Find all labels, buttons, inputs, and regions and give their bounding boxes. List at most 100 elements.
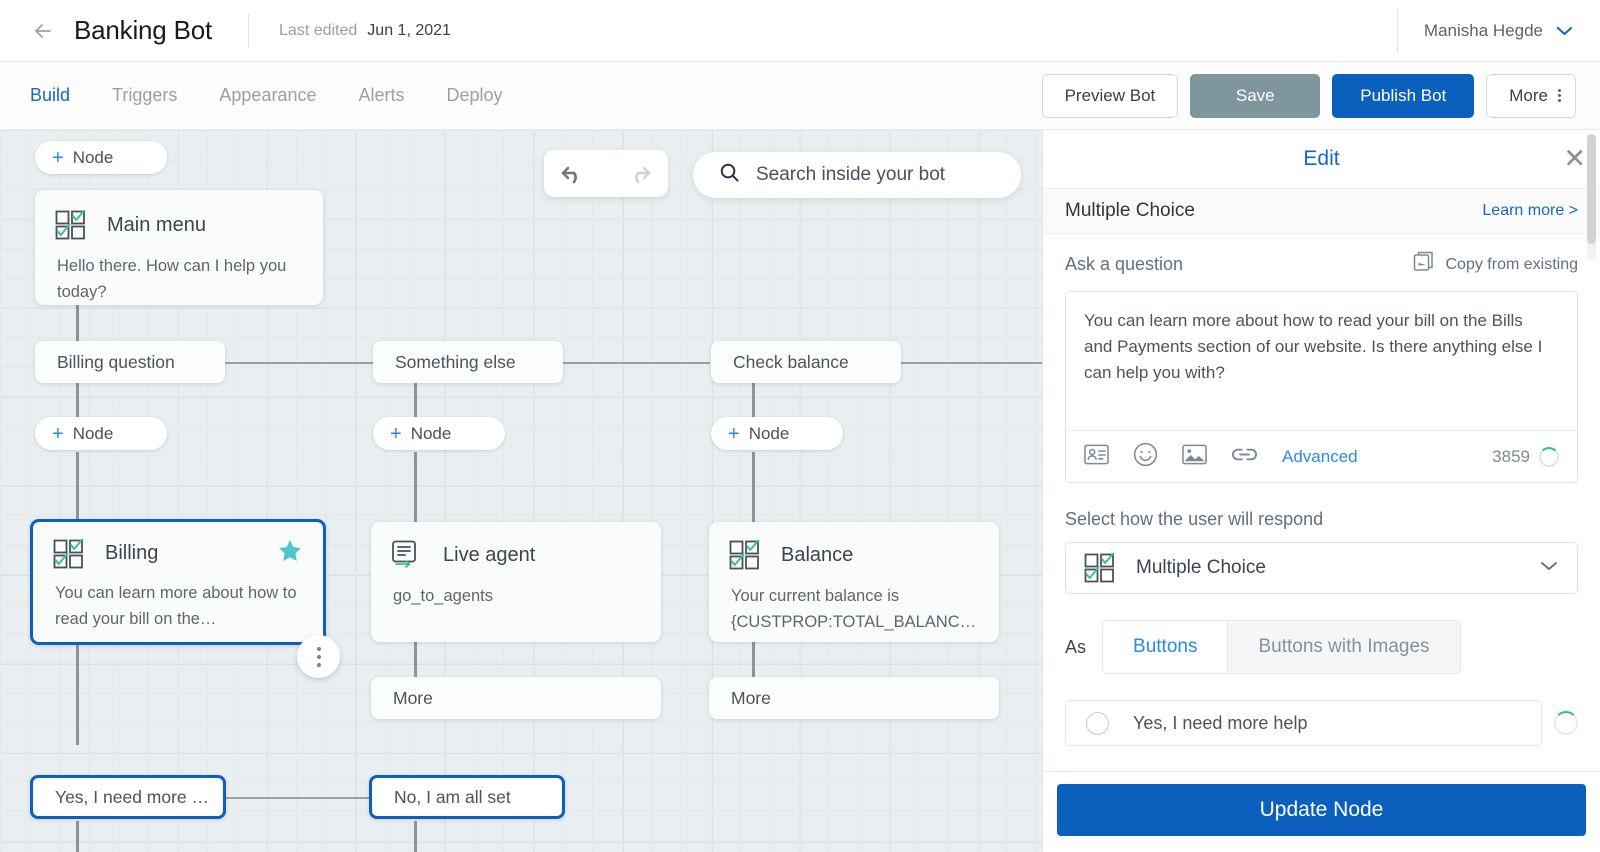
- tab-appearance[interactable]: Appearance: [219, 85, 316, 106]
- flow-canvas[interactable]: Search inside your bot + Node + Node + N…: [0, 130, 1042, 852]
- copy-icon: [1412, 250, 1436, 279]
- tab-bar: Build Triggers Appearance Alerts Deploy …: [0, 62, 1600, 130]
- add-node-label: Node: [748, 423, 790, 443]
- multiple-choice-icon: [53, 537, 87, 569]
- edit-panel-footer: Update Node: [1043, 771, 1600, 852]
- connector: [224, 362, 374, 364]
- node-card-header: Live agent: [371, 522, 661, 570]
- link-icon[interactable]: [1231, 446, 1258, 468]
- undo-redo-toolbar: [544, 150, 668, 197]
- tab-build[interactable]: Build: [30, 85, 70, 106]
- multiple-choice-icon: [55, 208, 89, 240]
- segment-buttons[interactable]: Buttons: [1103, 621, 1229, 673]
- pill-something-else[interactable]: Something else: [373, 341, 563, 383]
- node-card-live-agent[interactable]: Live agent go_to_agents: [371, 522, 661, 642]
- node-title: Live agent: [443, 543, 536, 566]
- save-button[interactable]: Save: [1190, 73, 1321, 118]
- option-row: Yes, I need more help: [1065, 700, 1578, 746]
- respond-type-select[interactable]: Multiple Choice: [1065, 542, 1578, 594]
- node-menu-button-billing[interactable]: [297, 635, 340, 678]
- copy-from-existing-label: Copy from existing: [1445, 255, 1579, 273]
- pill-check-balance[interactable]: Check balance: [711, 341, 901, 383]
- add-node-button-top[interactable]: + Node: [35, 141, 167, 174]
- undo-icon[interactable]: [560, 163, 590, 185]
- progress-ring-icon: [1554, 711, 1578, 735]
- add-node-button-billing[interactable]: + Node: [35, 417, 167, 450]
- close-icon[interactable]: ✕: [1563, 145, 1586, 173]
- node-card-header: Balance: [709, 522, 999, 570]
- node-body: go_to_agents: [393, 587, 494, 605]
- preview-bot-button[interactable]: Preview Bot: [1041, 73, 1179, 118]
- node-body-line2: {CUSTPROP:TOTAL_BALANC…: [731, 612, 977, 631]
- respond-type-value: Multiple Choice: [1136, 557, 1266, 578]
- node-card-main-menu[interactable]: Main menu Hello there. How can I help yo…: [35, 190, 323, 305]
- connector: [76, 452, 79, 522]
- respond-label: Select how the user will respond: [1065, 509, 1324, 529]
- node-body-line1: Your current balance is: [731, 587, 900, 605]
- tabs: Build Triggers Appearance Alerts Deploy: [30, 85, 545, 106]
- header-divider: [248, 13, 250, 48]
- advanced-link[interactable]: Advanced: [1282, 447, 1358, 467]
- node-type-label: Multiple Choice: [1065, 200, 1195, 221]
- pill-yes-need-more[interactable]: Yes, I need more …: [30, 775, 226, 819]
- pill-no-all-set[interactable]: No, I am all set: [369, 775, 565, 819]
- back-arrow-icon[interactable]: [30, 18, 56, 44]
- update-node-button[interactable]: Update Node: [1057, 784, 1586, 836]
- connector: [414, 640, 417, 682]
- top-header: Banking Bot Last edited Jun 1, 2021 Mani…: [0, 0, 1600, 62]
- connector: [76, 821, 79, 852]
- node-body: Your current balance is {CUSTPROP:TOTAL_…: [709, 570, 999, 653]
- tab-deploy[interactable]: Deploy: [446, 85, 502, 106]
- search-bar[interactable]: Search inside your bot: [693, 152, 1021, 198]
- pill-more-live-agent[interactable]: More: [371, 677, 661, 719]
- add-node-button-check-balance[interactable]: + Node: [711, 417, 843, 450]
- segment-buttons-with-images[interactable]: Buttons with Images: [1228, 621, 1459, 673]
- learn-more-link[interactable]: Learn more >: [1482, 202, 1578, 220]
- pill-more-balance[interactable]: More: [709, 677, 999, 719]
- copy-from-existing-button[interactable]: Copy from existing: [1412, 250, 1579, 279]
- as-label: As: [1065, 636, 1087, 657]
- plus-icon: +: [728, 422, 740, 445]
- edit-panel-header: Edit ✕: [1043, 130, 1600, 188]
- tab-triggers[interactable]: Triggers: [112, 85, 177, 106]
- connector: [900, 362, 1042, 364]
- node-title: Balance: [781, 543, 854, 566]
- connector: [76, 645, 79, 745]
- edit-panel: Edit ✕ Multiple Choice Learn more > Ask …: [1042, 130, 1600, 852]
- contact-card-icon[interactable]: [1084, 444, 1109, 470]
- as-row: As Buttons Buttons with Images: [1065, 620, 1578, 674]
- radio-unchecked-icon[interactable]: [1086, 711, 1109, 735]
- more-button-label: More: [1509, 85, 1548, 105]
- node-card-balance[interactable]: Balance Your current balance is {CUSTPRO…: [709, 522, 999, 642]
- smiley-icon[interactable]: [1133, 442, 1158, 472]
- question-toolbar: Advanced 3859: [1066, 430, 1577, 482]
- connector: [562, 362, 710, 364]
- star-icon[interactable]: [277, 538, 303, 569]
- question-textarea[interactable]: You can learn more about how to read you…: [1066, 292, 1577, 430]
- plus-icon: +: [390, 422, 402, 445]
- user-name[interactable]: Manisha Hegde: [1424, 21, 1543, 41]
- chevron-down-icon[interactable]: [1555, 24, 1574, 37]
- search-input[interactable]: Search inside your bot: [756, 164, 945, 186]
- add-node-button-something-else[interactable]: + Node: [373, 417, 505, 450]
- option-item[interactable]: Yes, I need more help: [1065, 700, 1542, 746]
- node-title: Billing: [105, 542, 159, 564]
- connector: [414, 821, 417, 852]
- edit-panel-body: Ask a question Copy from existing You ca…: [1043, 134, 1600, 771]
- publish-bot-button[interactable]: Publish Bot: [1332, 73, 1475, 118]
- pill-billing-question[interactable]: Billing question: [35, 341, 225, 383]
- node-card-header: Main menu: [35, 190, 323, 240]
- page-title: Banking Bot: [74, 15, 213, 45]
- more-button[interactable]: More: [1486, 73, 1576, 118]
- node-card-billing[interactable]: Billing You can learn more about how to …: [30, 519, 326, 645]
- multiple-choice-icon: [729, 538, 763, 570]
- connector: [752, 452, 755, 522]
- header-right: Manisha Hegde: [1396, 0, 1600, 61]
- image-icon[interactable]: [1182, 444, 1207, 470]
- add-node-label: Node: [72, 147, 114, 167]
- question-scrollbar[interactable]: [1587, 134, 1596, 260]
- redo-icon[interactable]: [622, 163, 652, 185]
- search-icon: [719, 162, 740, 188]
- edit-panel-title: Edit: [1303, 147, 1340, 170]
- tab-alerts[interactable]: Alerts: [358, 85, 404, 106]
